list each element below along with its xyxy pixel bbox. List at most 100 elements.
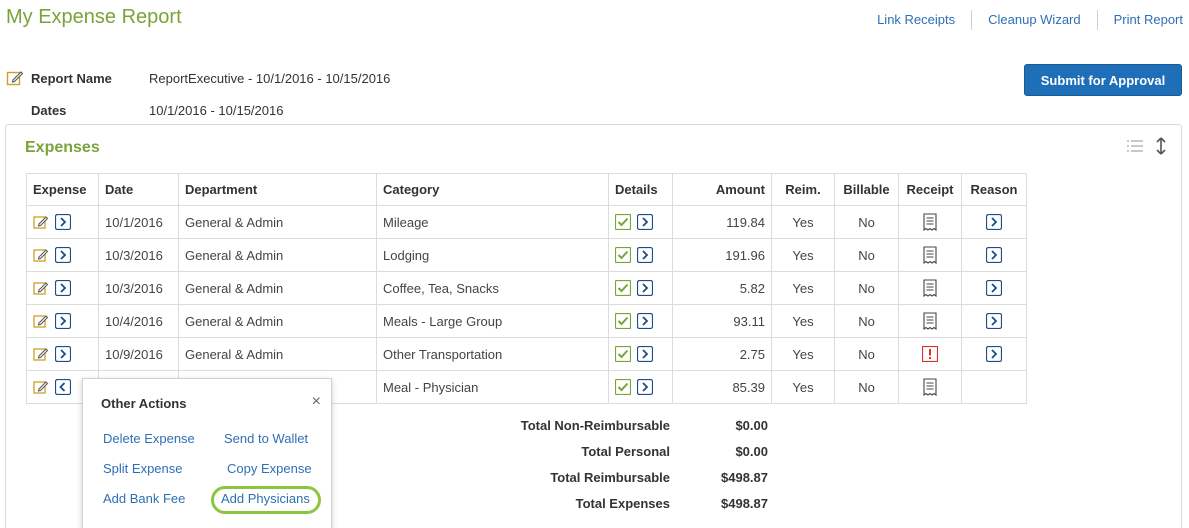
category-cell: Meals - Large Group [376,304,609,338]
chevron-right-icon[interactable] [986,214,1002,231]
col-billable[interactable]: Billable [834,173,899,206]
sort-icon[interactable] [1155,137,1167,158]
amount-cell: 93.11 [672,304,772,338]
submit-for-approval-button[interactable]: Submit for Approval [1024,64,1182,96]
chevron-right-icon[interactable] [55,346,71,363]
close-icon[interactable]: × [312,393,321,411]
col-details[interactable]: Details [608,173,673,206]
check-icon[interactable] [615,346,631,363]
receipt-cell [898,205,962,239]
billable-cell: No [834,337,899,371]
details-cell [608,205,673,239]
chevron-left-icon[interactable] [55,379,71,396]
details-cell [608,271,673,305]
edit-icon[interactable] [33,214,49,230]
add-bank-fee-link[interactable]: Add Bank Fee [103,491,185,506]
col-amount[interactable]: Amount [672,173,772,206]
chevron-right-icon[interactable] [986,313,1002,330]
receipt-icon[interactable] [923,312,937,330]
chevron-right-icon[interactable] [55,280,71,297]
delete-expense-link[interactable]: Delete Expense [103,431,195,446]
chevron-right-icon[interactable] [637,313,653,330]
expenses-title: Expenses [25,139,100,156]
col-reim[interactable]: Reim. [771,173,835,206]
expense-actions-cell [26,238,99,272]
check-icon[interactable] [615,313,631,330]
table-row: 10/9/2016 General & Admin Other Transporta… [26,337,1027,371]
chevron-right-icon[interactable] [637,379,653,396]
receipt-icon[interactable] [923,213,937,231]
dates-label: Dates [31,102,67,118]
category-cell: Mileage [376,205,609,239]
amount-cell: 2.75 [672,337,772,371]
chevron-right-icon[interactable] [986,346,1002,363]
chevron-right-icon[interactable] [55,247,71,264]
col-department[interactable]: Department [178,173,377,206]
total-expenses-value: $498.87 [721,495,768,511]
popup-title: Other Actions [101,396,187,411]
total-reimbursable-label: Total Reimbursable [550,469,670,485]
chevron-right-icon[interactable] [55,313,71,330]
cleanup-wizard-link[interactable]: Cleanup Wizard [971,10,1097,30]
edit-icon[interactable] [6,69,24,87]
print-report-link[interactable]: Print Report [1096,10,1183,30]
receipt-icon[interactable] [923,378,937,396]
reason-cell [961,370,1027,404]
add-physicians-highlight [211,486,321,514]
date-cell: 10/9/2016 [98,337,179,371]
check-icon[interactable] [615,247,631,264]
reim-cell: Yes [771,271,835,305]
chevron-right-icon[interactable] [986,280,1002,297]
chevron-right-icon[interactable] [637,247,653,264]
department-cell: General & Admin [178,304,377,338]
total-expenses-label: Total Expenses [575,495,670,511]
check-icon[interactable] [615,280,631,297]
col-category[interactable]: Category [376,173,609,206]
details-cell [608,337,673,371]
copy-expense-link[interactable]: Copy Expense [227,461,312,476]
reim-cell: Yes [771,304,835,338]
receipt-cell [898,337,962,371]
expense-actions-cell [26,304,99,338]
reason-cell [961,238,1027,272]
billable-cell: No [834,238,899,272]
link-receipts-link[interactable]: Link Receipts [861,10,971,30]
total-nonreimbursable-label: Total Non-Reimbursable [520,417,670,433]
edit-icon[interactable] [33,247,49,263]
col-reason[interactable]: Reason [961,173,1027,206]
reim-cell: Yes [771,337,835,371]
total-nonreimbursable-value: $0.00 [735,417,768,433]
receipt-icon[interactable] [923,246,937,264]
department-cell: General & Admin [178,271,377,305]
expenses-table: Expense Date Department Category Details… [26,173,1027,404]
billable-cell: No [834,370,899,404]
category-cell: Meal - Physician [376,370,609,404]
send-to-wallet-link[interactable]: Send to Wallet [224,431,308,446]
col-expense[interactable]: Expense [26,173,99,206]
other-actions-popup: Other Actions × Delete Expense Send to W… [82,378,332,528]
check-icon[interactable] [615,214,631,231]
billable-cell: No [834,271,899,305]
department-cell: General & Admin [178,205,377,239]
category-cell: Coffee, Tea, Snacks [376,271,609,305]
chevron-right-icon[interactable] [986,247,1002,264]
receipt-icon[interactable] [923,279,937,297]
dates-value: 10/1/2016 - 10/15/2016 [149,102,284,118]
list-view-icon[interactable] [1127,139,1143,156]
table-row: 10/3/2016 General & Admin Coffee, Tea, Sna… [26,271,1027,305]
col-date[interactable]: Date [98,173,179,206]
alert-icon[interactable] [922,346,938,363]
edit-icon[interactable] [33,280,49,296]
expense-actions-cell [26,271,99,305]
chevron-right-icon[interactable] [637,214,653,231]
edit-icon[interactable] [33,313,49,329]
edit-icon[interactable] [33,346,49,362]
chevron-right-icon[interactable] [637,280,653,297]
totals: Total Non-Reimbursable $0.00 Total Person… [440,412,768,516]
edit-icon[interactable] [33,379,49,395]
chevron-right-icon[interactable] [637,346,653,363]
chevron-right-icon[interactable] [55,214,71,231]
check-icon[interactable] [615,379,631,396]
split-expense-link[interactable]: Split Expense [103,461,183,476]
col-receipt[interactable]: Receipt [898,173,962,206]
